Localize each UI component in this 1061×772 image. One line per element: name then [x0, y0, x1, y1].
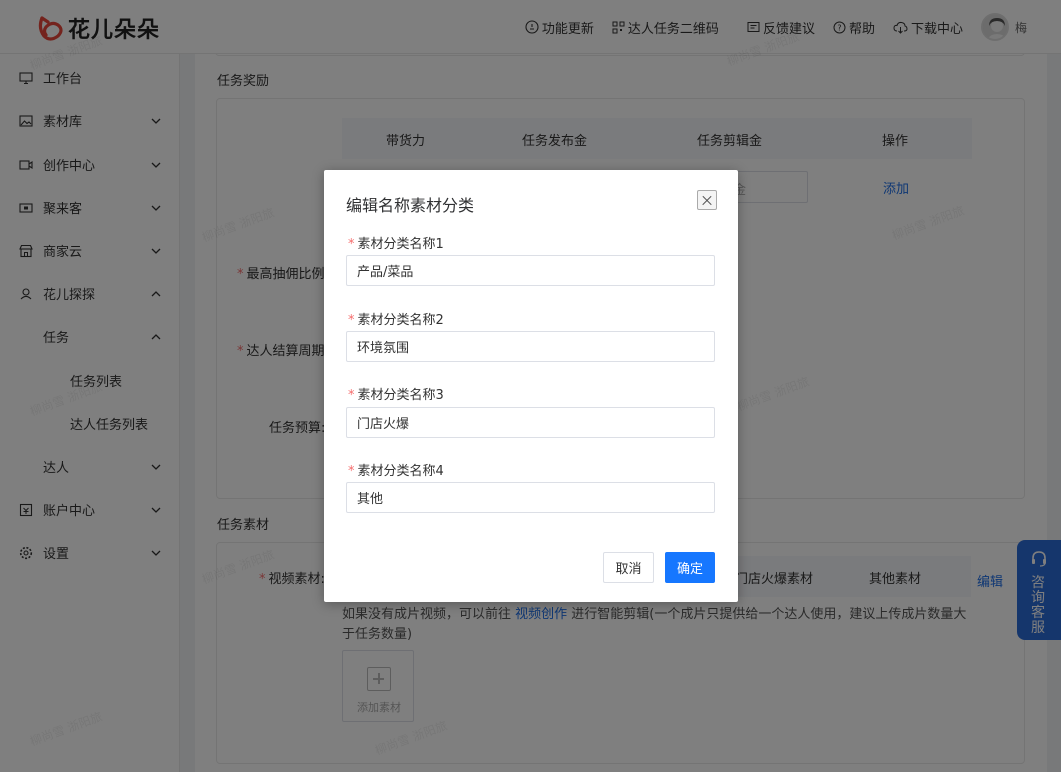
field-label-text: 素材分类名称3: [357, 388, 444, 403]
category-name-3-input[interactable]: [346, 407, 715, 438]
category-name-2-label: * 素材分类名称2: [348, 309, 444, 328]
required-mark: *: [348, 313, 355, 328]
category-name-4-input[interactable]: [346, 482, 715, 513]
field-label-text: 素材分类名称2: [357, 313, 444, 328]
category-name-4-label: * 素材分类名称4: [348, 460, 444, 479]
confirm-button[interactable]: 确定: [665, 552, 715, 583]
dialog-title: 编辑名称素材分类: [346, 196, 475, 215]
required-mark: *: [348, 388, 355, 403]
category-name-3-label: * 素材分类名称3: [348, 384, 444, 403]
category-name-1-input[interactable]: [346, 255, 715, 286]
category-name-1-label: * 素材分类名称1: [348, 233, 444, 252]
required-mark: *: [348, 237, 355, 252]
cancel-button[interactable]: 取消: [603, 552, 654, 583]
edit-category-dialog: 编辑名称素材分类 *素材分类名称1 *素材分类名称2 *素材分类名称3 *素材分…: [324, 170, 738, 602]
category-name-2-input[interactable]: [346, 331, 715, 362]
field-label-text: 素材分类名称1: [357, 237, 444, 252]
close-icon[interactable]: [697, 190, 717, 210]
field-label-text: 素材分类名称4: [357, 464, 444, 479]
required-mark: *: [348, 464, 355, 479]
